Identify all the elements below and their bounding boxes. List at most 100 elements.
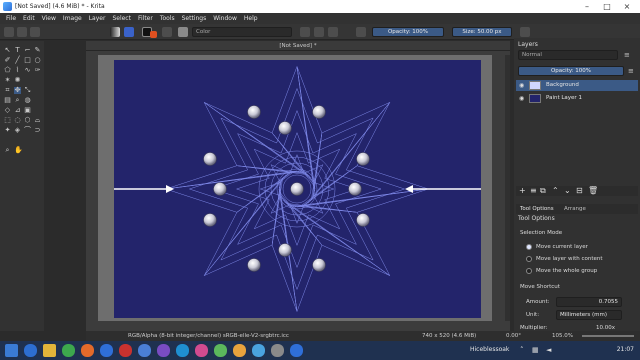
tab-tool-options[interactable]: Tool Options (520, 206, 554, 212)
multibrush-icon[interactable]: ✺ (14, 77, 21, 84)
visibility-eye-icon[interactable]: ◉ (519, 95, 524, 102)
ellipse-tool-icon[interactable]: ○ (34, 57, 41, 64)
transform-tool-icon[interactable]: ⤡ (24, 87, 31, 94)
calligraphy-icon[interactable]: ✎ (34, 47, 41, 54)
rotation-status[interactable]: 0.00° (506, 331, 521, 341)
layer-options-icon[interactable]: ≡ (530, 186, 537, 195)
layer-opacity-slider[interactable]: Opacity: 100% (518, 66, 624, 76)
pattern-swatch-icon[interactable] (124, 27, 134, 37)
tab-arrange[interactable]: Arrange (564, 206, 586, 212)
layer-row-background[interactable]: ◉ Background (516, 80, 638, 91)
polyline-tool-icon[interactable]: ⌇ (14, 67, 21, 74)
option-move-whole-group[interactable]: Move the whole group (536, 268, 597, 274)
size-slider[interactable]: Size: 50.00 px (452, 27, 512, 37)
brush-presets-icon[interactable] (162, 27, 172, 37)
network-icon[interactable]: ▦ (532, 346, 539, 354)
magnetic-select-icon[interactable]: ⊃ (34, 127, 41, 134)
explorer-taskbar-icon[interactable] (43, 344, 56, 357)
bezier-tool-icon[interactable]: ∿ (24, 67, 31, 74)
eraser-mode-icon[interactable] (300, 27, 310, 37)
zoom-status[interactable]: 105.0% (552, 331, 573, 341)
menu-file[interactable]: File (6, 15, 16, 22)
edit-shapes-icon[interactable]: ⌐ (24, 47, 31, 54)
app3-taskbar-icon[interactable] (195, 344, 208, 357)
layer-blend-mode-select[interactable]: Normal (518, 50, 618, 60)
freehand-brush-icon[interactable]: ✐ (4, 57, 11, 64)
radio-move-whole-group[interactable] (526, 268, 532, 274)
unit-select[interactable]: Millimeters (mm) (556, 310, 622, 320)
dynamic-brush-icon[interactable]: ✶ (4, 77, 11, 84)
ie-taskbar-icon[interactable] (24, 344, 37, 357)
preserve-alpha-icon[interactable] (314, 27, 324, 37)
firefox-taskbar-icon[interactable] (81, 344, 94, 357)
krita-taskbar-icon[interactable] (138, 344, 151, 357)
menu-tools[interactable]: Tools (160, 15, 175, 22)
line-tool-icon[interactable]: ╱ (14, 57, 21, 64)
menu-window[interactable]: Window (213, 15, 237, 22)
background-color-icon[interactable] (150, 31, 157, 38)
reload-preset-icon[interactable] (328, 27, 338, 37)
gradient-swatch-icon[interactable] (110, 27, 120, 37)
menu-edit[interactable]: Edit (23, 15, 35, 22)
app4-taskbar-icon[interactable] (214, 344, 227, 357)
app8-taskbar-icon[interactable] (290, 344, 303, 357)
radio-move-current-layer[interactable] (526, 244, 532, 250)
menu-view[interactable]: View (42, 15, 56, 22)
workspace-icon[interactable] (520, 27, 530, 37)
measure-tool-icon[interactable]: ⊿ (14, 107, 21, 114)
duplicate-layer-icon[interactable]: ⧉ (540, 186, 546, 196)
menu-select[interactable]: Select (112, 15, 131, 22)
menu-layer[interactable]: Layer (89, 15, 106, 22)
tray-app-label[interactable]: Hiceblessoak (470, 346, 509, 353)
layer-properties-icon[interactable]: ⊟ (576, 186, 583, 195)
app7-taskbar-icon[interactable] (271, 344, 284, 357)
menu-help[interactable]: Help (244, 15, 258, 22)
app5-taskbar-icon[interactable] (233, 344, 246, 357)
fill-tool-icon[interactable]: ◍ (24, 97, 31, 104)
select-shapes-icon[interactable]: ↖ (4, 47, 11, 54)
zoom-slider[interactable] (582, 335, 634, 337)
chrome-taskbar-icon[interactable] (62, 344, 75, 357)
polygon-tool-icon[interactable]: ⬠ (4, 67, 11, 74)
add-layer-icon[interactable]: + (519, 186, 526, 195)
contiguous-select-icon[interactable]: ✦ (4, 127, 11, 134)
rectangle-tool-icon[interactable]: □ (24, 57, 31, 64)
clock[interactable]: 21:07 (617, 346, 634, 353)
volume-icon[interactable]: ◄ (546, 346, 551, 354)
document-canvas[interactable] (114, 60, 481, 318)
opacity-slider[interactable]: Opacity: 100% (372, 27, 444, 37)
blend-mode-select[interactable]: Color (192, 27, 292, 37)
option-move-layer-with-content[interactable]: Move layer with content (536, 256, 603, 262)
radio-move-layer-with-content[interactable] (526, 256, 532, 262)
minimize-icon[interactable]: – (578, 0, 596, 13)
menu-image[interactable]: Image (63, 15, 82, 22)
crop-tool-icon[interactable]: ⌗ (4, 87, 11, 94)
bezier-select-icon[interactable]: ⌒ (24, 127, 31, 134)
menu-filter[interactable]: Filter (138, 15, 153, 22)
menu-settings[interactable]: Settings (182, 15, 207, 22)
ellipse-select-icon[interactable]: ◌ (14, 117, 21, 124)
zoom-tool-icon[interactable]: ⌕ (4, 147, 11, 154)
color-picker-icon[interactable]: ⌕ (14, 97, 21, 104)
save-document-icon[interactable] (30, 27, 40, 37)
brush-preview-icon[interactable] (178, 27, 188, 37)
polygon-select-icon[interactable]: ⬡ (24, 117, 31, 124)
app6-taskbar-icon[interactable] (252, 344, 265, 357)
reference-images-icon[interactable]: ▣ (24, 107, 31, 114)
layer-row-paint-layer-1[interactable]: ◉ Paint Layer 1 (516, 93, 638, 104)
layer-menu-icon[interactable]: ≡ (628, 67, 634, 75)
filter-icon[interactable]: ≡ (624, 51, 630, 59)
delete-layer-icon[interactable]: 🗑 (588, 186, 598, 195)
similar-select-icon[interactable]: ◈ (14, 127, 21, 134)
assistant-tool-icon[interactable]: ◇ (4, 107, 11, 114)
close-icon[interactable]: × (618, 0, 636, 13)
start-button-icon[interactable] (5, 344, 18, 357)
move-layer-up-icon[interactable]: ⌃ (552, 186, 559, 195)
mirror-x-icon[interactable] (356, 27, 366, 37)
new-document-icon[interactable] (4, 27, 14, 37)
freehand-select-icon[interactable]: ⌓ (34, 117, 41, 124)
amount-field[interactable]: 0.7055 (556, 297, 622, 307)
gradient-tool-icon[interactable]: ▤ (4, 97, 11, 104)
media-taskbar-icon[interactable] (119, 344, 132, 357)
color-space-status[interactable]: RGB/Alpha (8-bit integer/channel) sRGB-e… (128, 331, 289, 341)
